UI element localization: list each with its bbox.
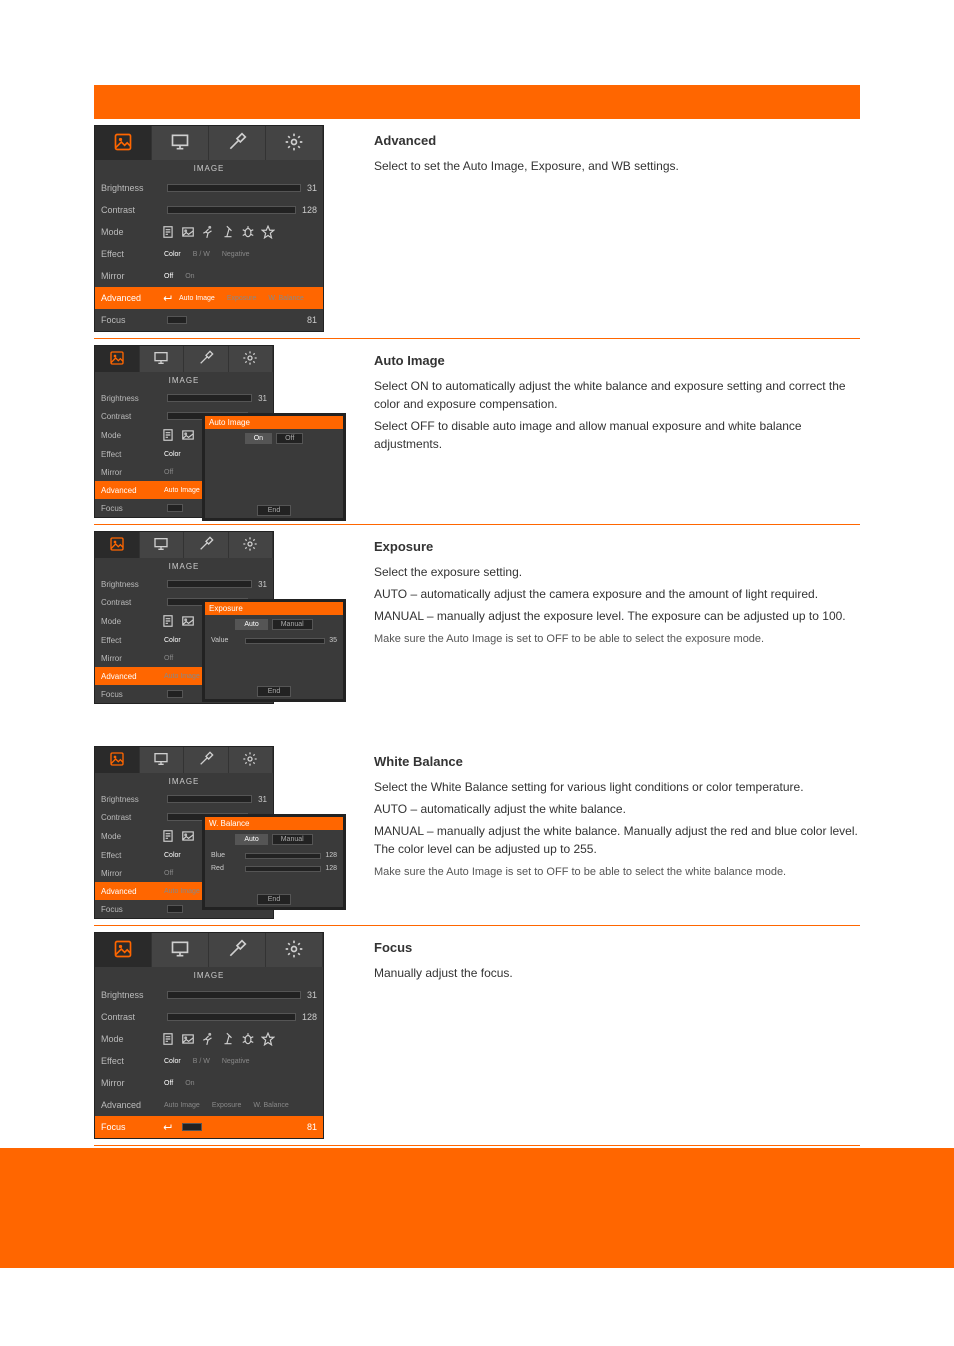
desc-exposure-p2: AUTO – automatically adjust the camera e… <box>374 585 860 603</box>
wb-blue-value: 128 <box>325 852 337 859</box>
exposure-value-slider <box>245 638 325 644</box>
mode-text-icon <box>161 1032 175 1046</box>
focus-value: 81 <box>307 315 317 325</box>
section-banner <box>94 85 860 119</box>
tab-presentation-icon <box>152 933 209 967</box>
contrast-value: 128 <box>302 205 317 215</box>
effect-label: Effect <box>101 249 161 259</box>
brightness-value: 31 <box>307 183 317 193</box>
wb-end-btn: End <box>257 894 291 905</box>
adv-exposure: Exposure <box>224 294 260 303</box>
auto-image-on: On <box>245 433 272 444</box>
enter-icon <box>161 293 173 303</box>
wb-auto: Auto <box>235 834 267 845</box>
tab-setting-icon <box>184 346 229 372</box>
focus-label: Focus <box>101 1122 161 1132</box>
auto-image-popup: Auto Image On Off End <box>204 415 344 519</box>
wb-blue-slider <box>245 853 321 859</box>
effect-negative: Negative <box>219 250 253 259</box>
osd-title: IMAGE <box>95 967 323 984</box>
focus-slider <box>182 1123 202 1131</box>
desc-autoimage-p1: Select ON to automatically adjust the wh… <box>374 377 860 413</box>
contrast-label: Contrast <box>101 205 161 215</box>
mode-microscope-icon <box>221 1032 235 1046</box>
wb-red-value: 128 <box>325 865 337 872</box>
desc-wb-p3: MANUAL – manually adjust the white balan… <box>374 822 860 858</box>
exposure-end-btn: End <box>257 686 291 697</box>
advanced-label: Advanced <box>101 293 161 303</box>
brightness-label: Brightness <box>101 183 161 193</box>
desc-exposure-p3: MANUAL – manually adjust the exposure le… <box>374 607 860 625</box>
wb-red-slider <box>245 866 321 872</box>
exposure-value-label: Value <box>211 637 241 644</box>
mode-label: Mode <box>101 227 161 237</box>
desc-wb-p2: AUTO – automatically adjust the white ba… <box>374 800 860 818</box>
wb-popup: W. Balance Auto Manual Blue 128 Red 128 End <box>204 816 344 908</box>
desc-advanced-h: Advanced <box>374 131 860 151</box>
mirror-off: Off <box>161 272 176 281</box>
exposure-auto: Auto <box>235 619 267 630</box>
wb-blue-label: Blue <box>211 852 241 859</box>
tab-presentation-icon <box>140 346 185 372</box>
wb-manual: Manual <box>272 834 313 845</box>
auto-image-title: Auto Image <box>205 416 343 429</box>
mode-infinite-icon <box>261 1032 275 1046</box>
desc-exposure-note: Make sure the Auto Image is set to OFF t… <box>374 631 860 648</box>
osd-image-menu-focus: IMAGE Brightness31 Contrast128 Mode Effe… <box>94 932 324 1139</box>
osd-title: IMAGE <box>95 372 273 389</box>
mode-motion-icon <box>201 225 215 239</box>
focus-label: Focus <box>101 315 161 325</box>
effect-bw: B / W <box>190 250 213 259</box>
tab-system-icon <box>266 126 323 160</box>
mode-microscope-icon <box>221 225 235 239</box>
mode-infinite-icon <box>261 225 275 239</box>
wb-title: W. Balance <box>205 817 343 830</box>
tab-setting-icon <box>209 126 266 160</box>
exposure-title: Exposure <box>205 602 343 615</box>
exposure-manual: Manual <box>272 619 313 630</box>
contrast-slider <box>167 206 296 214</box>
desc-advanced-p1: Select to set the Auto Image, Exposure, … <box>374 157 860 175</box>
mirror-label: Mirror <box>101 271 161 281</box>
mode-macro-icon <box>241 225 255 239</box>
osd-image-menu-advanced: IMAGE Brightness 31 Contrast 128 Mode Effe… <box>94 125 324 332</box>
auto-image-off: Off <box>276 433 303 444</box>
effect-color: Color <box>161 250 184 259</box>
tab-system-icon <box>266 933 323 967</box>
tab-system-icon <box>229 346 274 372</box>
tab-presentation-icon <box>152 126 209 160</box>
mode-text-icon <box>161 225 175 239</box>
desc-wb-p1: Select the White Balance setting for var… <box>374 778 860 796</box>
adv-wbalance: W. Balance <box>265 294 306 303</box>
tab-image-icon <box>95 933 152 967</box>
mode-motion-icon <box>201 1032 215 1046</box>
wb-red-label: Red <box>211 865 241 872</box>
mirror-on: On <box>182 272 197 281</box>
focus-value: 81 <box>307 1122 317 1132</box>
desc-wb-h: White Balance <box>374 752 860 772</box>
enter-icon <box>161 1122 173 1132</box>
focus-slider <box>167 316 187 324</box>
tab-image-icon <box>95 346 140 372</box>
desc-autoimage-h: Auto Image <box>374 351 860 371</box>
desc-focus-h: Focus <box>374 938 860 958</box>
adv-autoimage: Auto Image <box>176 294 218 303</box>
desc-autoimage-p2: Select OFF to disable auto image and all… <box>374 417 860 453</box>
mode-photo-icon <box>181 1032 195 1046</box>
tab-setting-icon <box>209 933 266 967</box>
desc-wb-note: Make sure the Auto Image is set to OFF t… <box>374 864 860 881</box>
osd-title: IMAGE <box>95 160 323 177</box>
exposure-popup: Exposure Auto Manual Value 35 End <box>204 601 344 700</box>
desc-exposure-h: Exposure <box>374 537 860 557</box>
exposure-value: 35 <box>329 637 337 644</box>
auto-image-end-btn: End <box>257 505 291 516</box>
page-footer <box>0 1148 954 1268</box>
desc-focus-p1: Manually adjust the focus. <box>374 964 860 982</box>
mode-macro-icon <box>241 1032 255 1046</box>
brightness-slider <box>167 184 301 192</box>
tab-image-icon <box>95 126 152 160</box>
desc-exposure-p1: Select the exposure setting. <box>374 563 860 581</box>
mode-photo-icon <box>181 225 195 239</box>
